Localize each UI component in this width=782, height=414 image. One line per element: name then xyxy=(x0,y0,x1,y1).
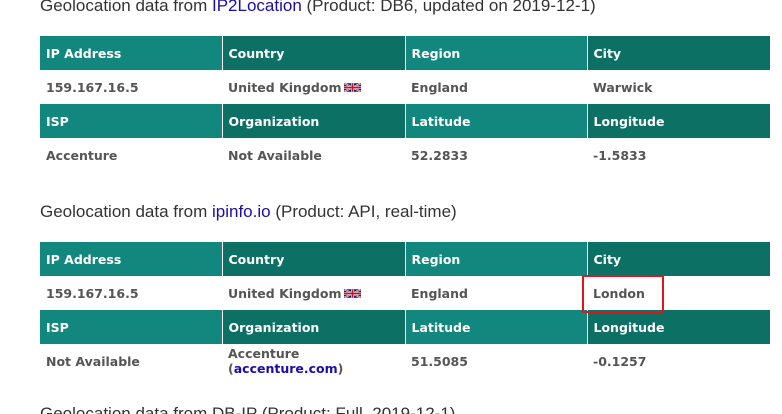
header-isp: ISP xyxy=(40,104,223,138)
section-heading-ipinfo: Geolocation data from ipinfo.io (Product… xyxy=(40,202,457,222)
header-organization: Organization xyxy=(222,310,406,344)
header-latitude: Latitude xyxy=(405,104,588,138)
longitude-value: -1.5833 xyxy=(593,147,647,163)
isp-value: Accenture xyxy=(46,147,118,163)
table-header-row: ISP Organization Latitude Longitude xyxy=(40,104,770,138)
geolocation-table-ip2location: IP Address Country Region City 159.167.1… xyxy=(40,36,770,172)
header-isp: ISP xyxy=(40,310,223,344)
table-header-row: IP Address Country Region City xyxy=(40,36,770,70)
header-ip-address: IP Address xyxy=(40,36,223,70)
city-value: Warwick xyxy=(593,79,653,95)
ip-address-value: 159.167.16.5 xyxy=(46,285,139,301)
isp-value: Not Available xyxy=(46,353,140,369)
region-value: England xyxy=(411,79,468,95)
header-city: City xyxy=(587,36,770,70)
uk-flag-icon xyxy=(344,81,362,93)
country-cell: United Kingdom xyxy=(222,276,405,310)
heading-prefix: Geolocation data from xyxy=(40,202,212,221)
heading-suffix: (Product: DB6, updated on 2019-12-1) xyxy=(301,0,596,15)
header-organization: Organization xyxy=(222,104,406,138)
section-heading-dbip: Geolocation data from DB-IP (Product: Fu… xyxy=(40,404,456,414)
latitude-value: 51.5085 xyxy=(411,353,468,369)
country-cell: United Kingdom xyxy=(222,70,405,104)
region-value: England xyxy=(411,285,468,301)
organization-link[interactable]: accenture.com xyxy=(234,361,338,376)
country-value: United Kingdom xyxy=(228,285,342,301)
header-ip-address: IP Address xyxy=(40,242,223,276)
table-row: Accenture Not Available 52.2833 -1.5833 xyxy=(40,138,770,172)
header-longitude: Longitude xyxy=(587,310,770,344)
table-header-row: ISP Organization Latitude Longitude xyxy=(40,310,770,344)
country-value: United Kingdom xyxy=(228,79,342,95)
organization-cell: Accenture (accenture.com) xyxy=(222,344,405,378)
organization-suffix: ) xyxy=(337,361,344,376)
uk-flag-icon xyxy=(344,287,362,299)
ip2location-link[interactable]: IP2Location xyxy=(212,0,302,15)
geolocation-page: Geolocation data from IP2Location (Produ… xyxy=(0,0,782,414)
section-heading-ip2location: Geolocation data from IP2Location (Produ… xyxy=(40,0,596,16)
header-region: Region xyxy=(405,36,588,70)
header-city: City xyxy=(587,242,770,276)
organization-value: Not Available xyxy=(228,147,322,163)
ipinfo-link[interactable]: ipinfo.io xyxy=(212,202,271,221)
table-header-row: IP Address Country Region City xyxy=(40,242,770,276)
ip-address-value: 159.167.16.5 xyxy=(46,79,139,95)
header-longitude: Longitude xyxy=(587,104,770,138)
longitude-value: -0.1257 xyxy=(593,353,647,369)
header-latitude: Latitude xyxy=(405,310,588,344)
header-region: Region xyxy=(405,242,588,276)
city-highlight-box xyxy=(582,275,664,313)
heading-prefix: Geolocation data from xyxy=(40,0,212,15)
latitude-value: 52.2833 xyxy=(411,147,468,163)
heading-suffix: (Product: API, real-time) xyxy=(270,202,457,221)
header-country: Country xyxy=(222,242,406,276)
table-row: Not Available Accenture (accenture.com) … xyxy=(40,344,770,378)
table-row: 159.167.16.5 United Kingdom England Warw… xyxy=(40,70,770,104)
header-country: Country xyxy=(222,36,406,70)
